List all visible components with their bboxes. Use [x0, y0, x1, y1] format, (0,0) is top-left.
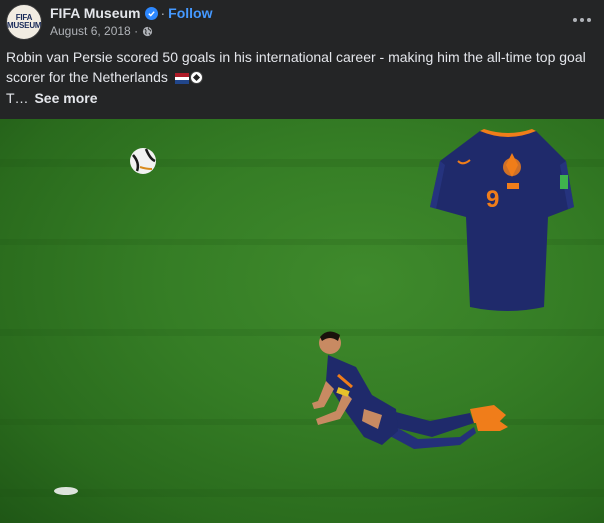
flying-ball-icon — [130, 148, 156, 174]
page-avatar[interactable]: FIFA MUSEUM — [6, 4, 42, 40]
truncation-row: T… See more — [6, 88, 98, 108]
jersey-number: 9 — [486, 186, 499, 213]
separator-dot: · — [160, 5, 166, 21]
post-caption: Robin van Persie scored 50 goals in his … — [6, 47, 596, 87]
name-row: FIFA Museum · Follow — [50, 4, 213, 22]
photo-scene: 9 — [0, 129, 604, 497]
see-more-link[interactable]: See more — [34, 90, 97, 106]
post-header: FIFA MUSEUM FIFA Museum · Follow August … — [0, 0, 604, 44]
caption-text: Robin van Persie scored 50 goals in his … — [6, 49, 586, 85]
post-date[interactable]: August 6, 2018 · — [50, 24, 138, 38]
truncated-text: T… — [6, 90, 29, 106]
page-name[interactable]: FIFA Museum — [50, 5, 141, 21]
post-meta: August 6, 2018 · — [50, 24, 153, 38]
avatar-logo: FIFA MUSEUM — [7, 13, 42, 30]
soccer-ball-icon — [189, 71, 203, 84]
post-photo[interactable]: 9 — [0, 119, 604, 523]
follow-button[interactable]: Follow — [168, 5, 212, 21]
globe-icon — [142, 26, 153, 36]
more-options-icon[interactable] — [570, 10, 594, 30]
diving-player — [312, 331, 508, 449]
jersey-icon — [430, 129, 574, 311]
netherlands-flag-icon — [174, 73, 189, 84]
verified-badge-icon — [144, 6, 158, 20]
pitch-marking — [54, 487, 78, 495]
